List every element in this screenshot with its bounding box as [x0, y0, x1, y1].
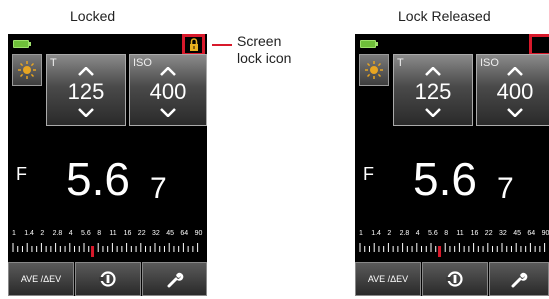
shutter-speed-button[interactable]: T 125 — [393, 54, 473, 126]
aperture-indicator — [438, 246, 442, 257]
chevron-down-icon[interactable] — [425, 108, 441, 117]
settings-button[interactable] — [489, 262, 549, 296]
chevron-up-icon[interactable] — [160, 67, 176, 76]
aperture-scale-ticks — [359, 243, 546, 257]
sync-button[interactable] — [75, 262, 141, 296]
chevron-up-icon[interactable] — [78, 67, 94, 76]
sync-icon — [446, 271, 463, 287]
aperture-scale-label: 45 — [513, 230, 521, 237]
caption-locked: Locked — [70, 8, 116, 24]
f-number-tenths: 7 — [497, 172, 514, 205]
caption-lock-released: Lock Released — [398, 8, 491, 24]
iso-value: 400 — [149, 79, 187, 104]
aperture-scale-label: 4 — [415, 230, 420, 237]
ave-dev-button[interactable]: AVE /ΔEV — [355, 262, 421, 296]
f-number-value: 5.6 — [66, 153, 130, 205]
battery-icon — [360, 40, 378, 48]
aperture-scale-label: 1 — [12, 230, 16, 237]
ave-dev-label: AVE /ΔEV — [367, 274, 409, 284]
ave-dev-button[interactable]: AVE /ΔEV — [8, 262, 74, 296]
light-mode-button[interactable] — [359, 54, 389, 86]
aperture-scale-label: 2.8 — [399, 230, 410, 237]
f-number-value: 5.6 — [413, 153, 477, 205]
aperture-scale-label: 64 — [180, 230, 189, 237]
f-number-tenths: 7 — [150, 172, 167, 205]
aperture-scale-label: 4 — [68, 230, 73, 237]
aperture-scale-label: 22 — [137, 230, 146, 237]
annotation-screen-lock: Screen lock icon — [237, 33, 291, 67]
aperture-scale-label: 32 — [499, 230, 507, 237]
wrench-icon — [167, 272, 183, 288]
aperture-scale: 1 1.4 2 2.8 4 5.6 8 11 16 22 32 45 64 90 — [355, 230, 549, 260]
iso-label: ISO — [480, 57, 499, 69]
iso-label: ISO — [133, 57, 152, 69]
lock-highlight-frame — [529, 34, 549, 56]
chevron-up-icon[interactable] — [507, 67, 523, 76]
aperture-scale-label: 16 — [123, 230, 132, 237]
iso-value: 400 — [496, 79, 534, 104]
wrench-icon — [511, 272, 528, 288]
shutter-speed-label: T — [50, 57, 57, 69]
aperture-scale-label: 45 — [166, 230, 174, 237]
f-number-label: F — [363, 164, 374, 184]
light-mode-button[interactable] — [12, 54, 42, 86]
aperture-scale-label: 8 — [97, 230, 102, 237]
chevron-up-icon[interactable] — [425, 67, 441, 76]
aperture-scale-label: 5.6 — [428, 230, 438, 237]
aperture-scale-label: 1.4 — [24, 230, 34, 237]
aperture-scale-label: 11 — [109, 230, 117, 237]
aperture-scale-label: 5.6 — [81, 230, 91, 237]
aperture-scale-label: 64 — [527, 230, 536, 237]
sun-icon — [18, 61, 36, 79]
screen-locked: T 125 ISO 400 F 5.6 7 1 1.4 2 2.8 4 5.6 8 11 16 2… — [8, 34, 207, 296]
chevron-down-icon[interactable] — [507, 108, 523, 117]
aperture-scale-label: 90 — [194, 230, 203, 237]
sun-icon — [365, 61, 383, 79]
aperture-scale-label: 1.4 — [371, 230, 381, 237]
chevron-down-icon[interactable] — [78, 108, 94, 117]
iso-button[interactable]: ISO 400 — [129, 54, 207, 126]
ave-dev-label: AVE /ΔEV — [20, 274, 62, 284]
chevron-down-icon[interactable] — [160, 108, 176, 117]
aperture-scale-ticks — [12, 243, 199, 257]
aperture-indicator — [91, 246, 95, 257]
battery-icon — [13, 40, 31, 48]
aperture-scale-label: 8 — [444, 230, 449, 237]
aperture-scale-label: 16 — [470, 230, 479, 237]
aperture-scale: 1 1.4 2 2.8 4 5.6 8 11 16 22 32 45 64 90 — [8, 230, 207, 260]
aperture-scale-label: 1 — [359, 230, 363, 237]
bottom-toolbar: AVE /ΔEV — [8, 262, 207, 296]
aperture-scale-label: 2 — [40, 230, 45, 237]
shutter-speed-value: 125 — [414, 79, 452, 104]
shutter-speed-label: T — [397, 57, 404, 69]
lock-icon — [184, 35, 204, 54]
aperture-scale-label: 2.8 — [52, 230, 63, 237]
f-number-label: F — [16, 164, 27, 184]
bottom-toolbar: AVE /ΔEV — [355, 262, 549, 296]
aperture-scale-label: 2 — [387, 230, 392, 237]
aperture-scale-label: 11 — [456, 230, 464, 237]
settings-button[interactable] — [142, 262, 207, 296]
shutter-speed-value: 125 — [67, 79, 105, 104]
aperture-scale-label: 32 — [152, 230, 160, 237]
aperture-scale-label: 90 — [541, 230, 549, 237]
annotation-leader-line — [212, 44, 232, 46]
iso-button[interactable]: ISO 400 — [476, 54, 549, 126]
aperture-scale-label: 22 — [484, 230, 493, 237]
sync-icon — [99, 271, 116, 287]
annotation-line-2: lock icon — [237, 50, 292, 66]
sync-button[interactable] — [422, 262, 488, 296]
screen-lock-released: T 125 ISO 400 F 5.6 7 1 1.4 2 2.8 4 5.6 8 11 16 2… — [355, 34, 549, 296]
shutter-speed-button[interactable]: T 125 — [46, 54, 126, 126]
annotation-line-1: Screen — [237, 33, 282, 49]
